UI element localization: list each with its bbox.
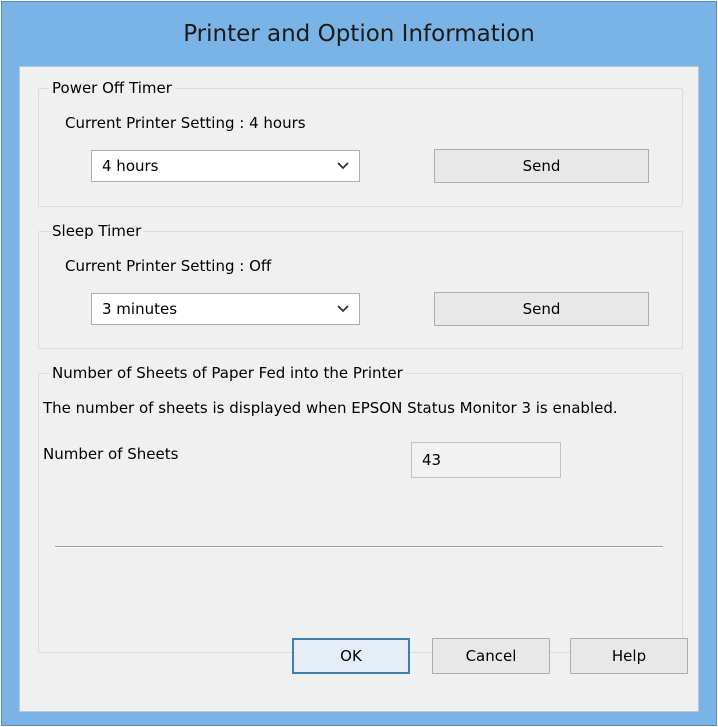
power-off-timer-legend: Power Off Timer: [49, 78, 175, 98]
sheets-fed-legend: Number of Sheets of Paper Fed into the P…: [49, 363, 406, 383]
help-button[interactable]: Help: [570, 638, 688, 674]
dialog-title: Printer and Option Information: [183, 21, 535, 47]
power-off-timer-select[interactable]: 4 hours: [91, 150, 360, 182]
number-of-sheets-label: Number of Sheets: [43, 445, 179, 463]
sleep-send-button[interactable]: Send: [434, 292, 649, 326]
sleep-timer-legend: Sleep Timer: [49, 221, 145, 241]
number-of-sheets-value: 43: [422, 451, 442, 469]
number-of-sheets-field: 43: [411, 442, 561, 478]
power-off-current-setting: Current Printer Setting : 4 hours: [65, 114, 306, 132]
cancel-button[interactable]: Cancel: [432, 638, 550, 674]
sleep-timer-group: Sleep Timer Current Printer Setting : Of…: [38, 221, 683, 349]
dialog-window: Printer and Option Information Power Off…: [1, 1, 717, 726]
sheets-info-text: The number of sheets is displayed when E…: [43, 399, 618, 417]
sleep-current-setting: Current Printer Setting : Off: [65, 257, 272, 275]
dialog-client-area: Power Off Timer Current Printer Setting …: [19, 66, 699, 712]
chevron-down-icon: [335, 294, 351, 324]
power-off-timer-group: Power Off Timer Current Printer Setting …: [38, 78, 683, 207]
power-off-send-button[interactable]: Send: [434, 149, 649, 183]
chevron-down-icon: [335, 151, 351, 181]
divider: [55, 546, 663, 548]
sleep-timer-selected-value: 3 minutes: [102, 300, 178, 318]
power-off-timer-selected-value: 4 hours: [102, 157, 159, 175]
ok-button[interactable]: OK: [292, 638, 410, 674]
sheets-fed-group: Number of Sheets of Paper Fed into the P…: [38, 363, 683, 653]
sleep-timer-select[interactable]: 3 minutes: [91, 293, 360, 325]
